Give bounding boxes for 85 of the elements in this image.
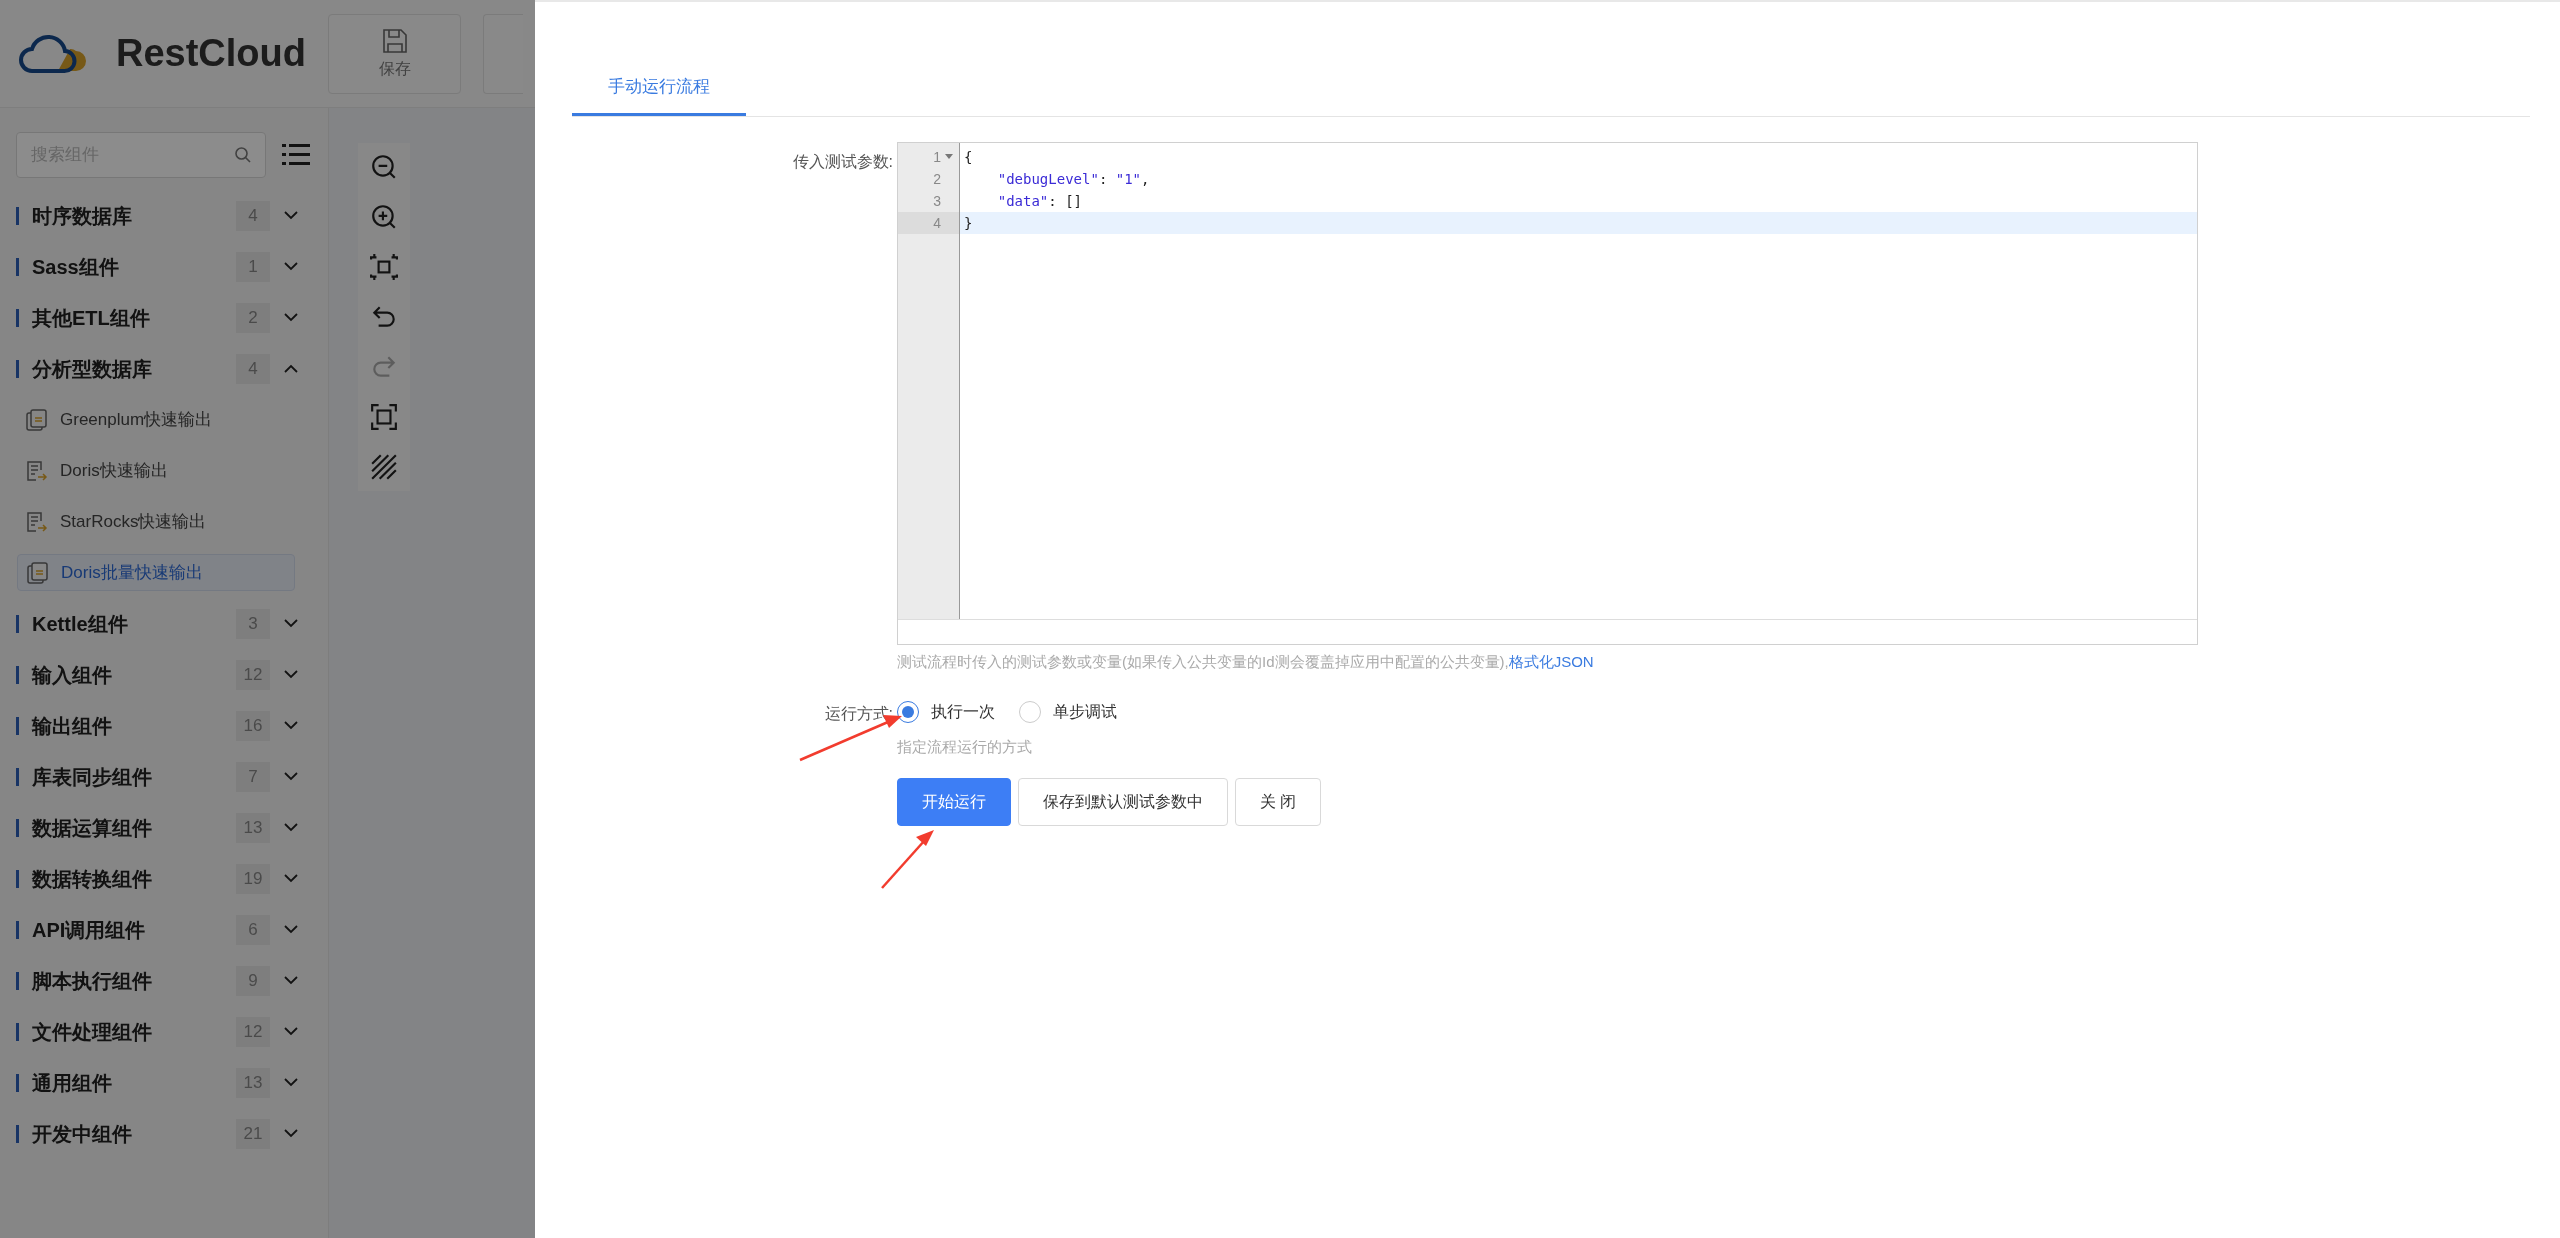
document-arrow-icon [26,459,48,482]
group-label[interactable]: 数据转换组件 [32,863,236,894]
code-line: "debugLevel": "1", [996,169,1150,189]
line-number: 2 [933,169,941,189]
group-marker [16,206,19,225]
radio-option[interactable]: 单步调试 [1019,699,1117,724]
chevron-up-icon[interactable] [284,364,298,373]
chevron-down-icon[interactable] [284,976,298,985]
action-button[interactable]: 开始运行 [897,778,1011,826]
chevron-down-icon[interactable] [284,925,298,934]
chevron-down-icon[interactable] [284,313,298,322]
group-marker [16,1073,19,1092]
group-marker [16,665,19,684]
group-label[interactable]: 数据运算组件 [32,812,236,843]
line-number: 3 [933,191,941,211]
chevron-down-icon[interactable] [284,670,298,679]
group-marker [16,920,19,939]
action-button[interactable]: 保存到默认测试参数中 [1018,778,1228,826]
code-line: { [964,147,973,167]
group-marker [16,257,19,276]
search-icon [234,146,252,164]
document-arrow-icon [26,510,48,533]
group-label[interactable]: 文件处理组件 [32,1016,236,1047]
line-number: 4 [933,213,941,233]
chevron-down-icon[interactable] [284,721,298,730]
annotation-arrow [881,830,934,889]
zoom-in-icon[interactable] [370,203,398,231]
group-label[interactable]: 分析型数据库 [32,353,236,384]
field-label: 传入测试参数: [791,152,894,172]
document-stack-icon [27,561,49,584]
hint-text: 指定流程运行的方式 [897,736,1033,757]
group-marker [16,1124,19,1143]
chevron-down-icon[interactable] [284,1027,298,1036]
group-label[interactable]: 通用组件 [32,1067,236,1098]
group-label[interactable]: 库表同步组件 [32,761,236,792]
group-marker [16,818,19,837]
group-label[interactable]: 开发中组件 [32,1118,236,1149]
group-marker [16,614,19,633]
line-number: 1 [933,147,941,167]
format-json-link[interactable]: 格式化JSON [1508,653,1594,670]
action-button[interactable]: 关 闭 [1235,778,1322,826]
help-text: 测试流程时传入的测试参数或变量(如果传入公共变量的Id测会覆盖掉应用中配置的公共变量), [897,653,1509,670]
chevron-down-icon[interactable] [284,772,298,781]
group-marker [16,767,19,786]
code-line: } [964,213,973,233]
chevron-down-icon[interactable] [284,1129,298,1138]
group-marker [16,359,19,378]
chevron-down-icon[interactable] [284,211,298,220]
group-marker [16,308,19,327]
save-button[interactable]: 保存 [328,13,461,94]
chevron-down-icon[interactable] [284,262,298,271]
fold-caret-icon[interactable] [945,154,953,160]
group-label[interactable]: Sass组件 [32,251,236,282]
group-label[interactable]: Kettle组件 [32,608,236,639]
chevron-down-icon[interactable] [284,619,298,628]
component-item[interactable]: Greenplum快速输出 [17,401,295,438]
document-stack-icon [26,408,48,431]
radio-button[interactable] [897,700,919,723]
group-marker [16,869,19,888]
group-label[interactable]: 输出组件 [32,710,236,741]
zoom-out-icon[interactable] [370,153,398,181]
group-label[interactable]: 脚本执行组件 [32,965,236,996]
group-label[interactable]: 输入组件 [32,659,236,690]
hatch-pattern-icon[interactable] [370,453,398,481]
group-marker [16,971,19,990]
chevron-down-icon[interactable] [284,1078,298,1087]
group-label[interactable]: 其他ETL组件 [32,302,236,333]
group-marker [16,716,19,735]
code-line: "data": [] [996,191,1082,211]
chevron-down-icon[interactable] [284,874,298,883]
code-editor[interactable]: 1 2 3 4 { "debugLevel": "1", "data": [] } [897,142,2198,645]
group-label[interactable]: 时序数据库 [32,200,236,231]
component-item[interactable]: Doris快速输出 [17,452,295,489]
logo-text: RestCloud [116,31,306,76]
component-item[interactable]: Doris批量快速输出 [17,554,295,591]
fit-to-screen-icon[interactable] [370,253,398,281]
group-label[interactable]: API调用组件 [32,914,236,945]
chevron-down-icon[interactable] [284,823,298,832]
list-icon[interactable] [282,143,310,167]
component-item[interactable]: StarRocks快速输出 [17,503,295,540]
tab[interactable]: 手动运行流程 [572,60,746,116]
radio-option[interactable]: 执行一次 [897,699,995,724]
radio-button[interactable] [1019,700,1041,723]
group-marker [16,1022,19,1041]
fullscreen-icon[interactable] [370,403,398,431]
